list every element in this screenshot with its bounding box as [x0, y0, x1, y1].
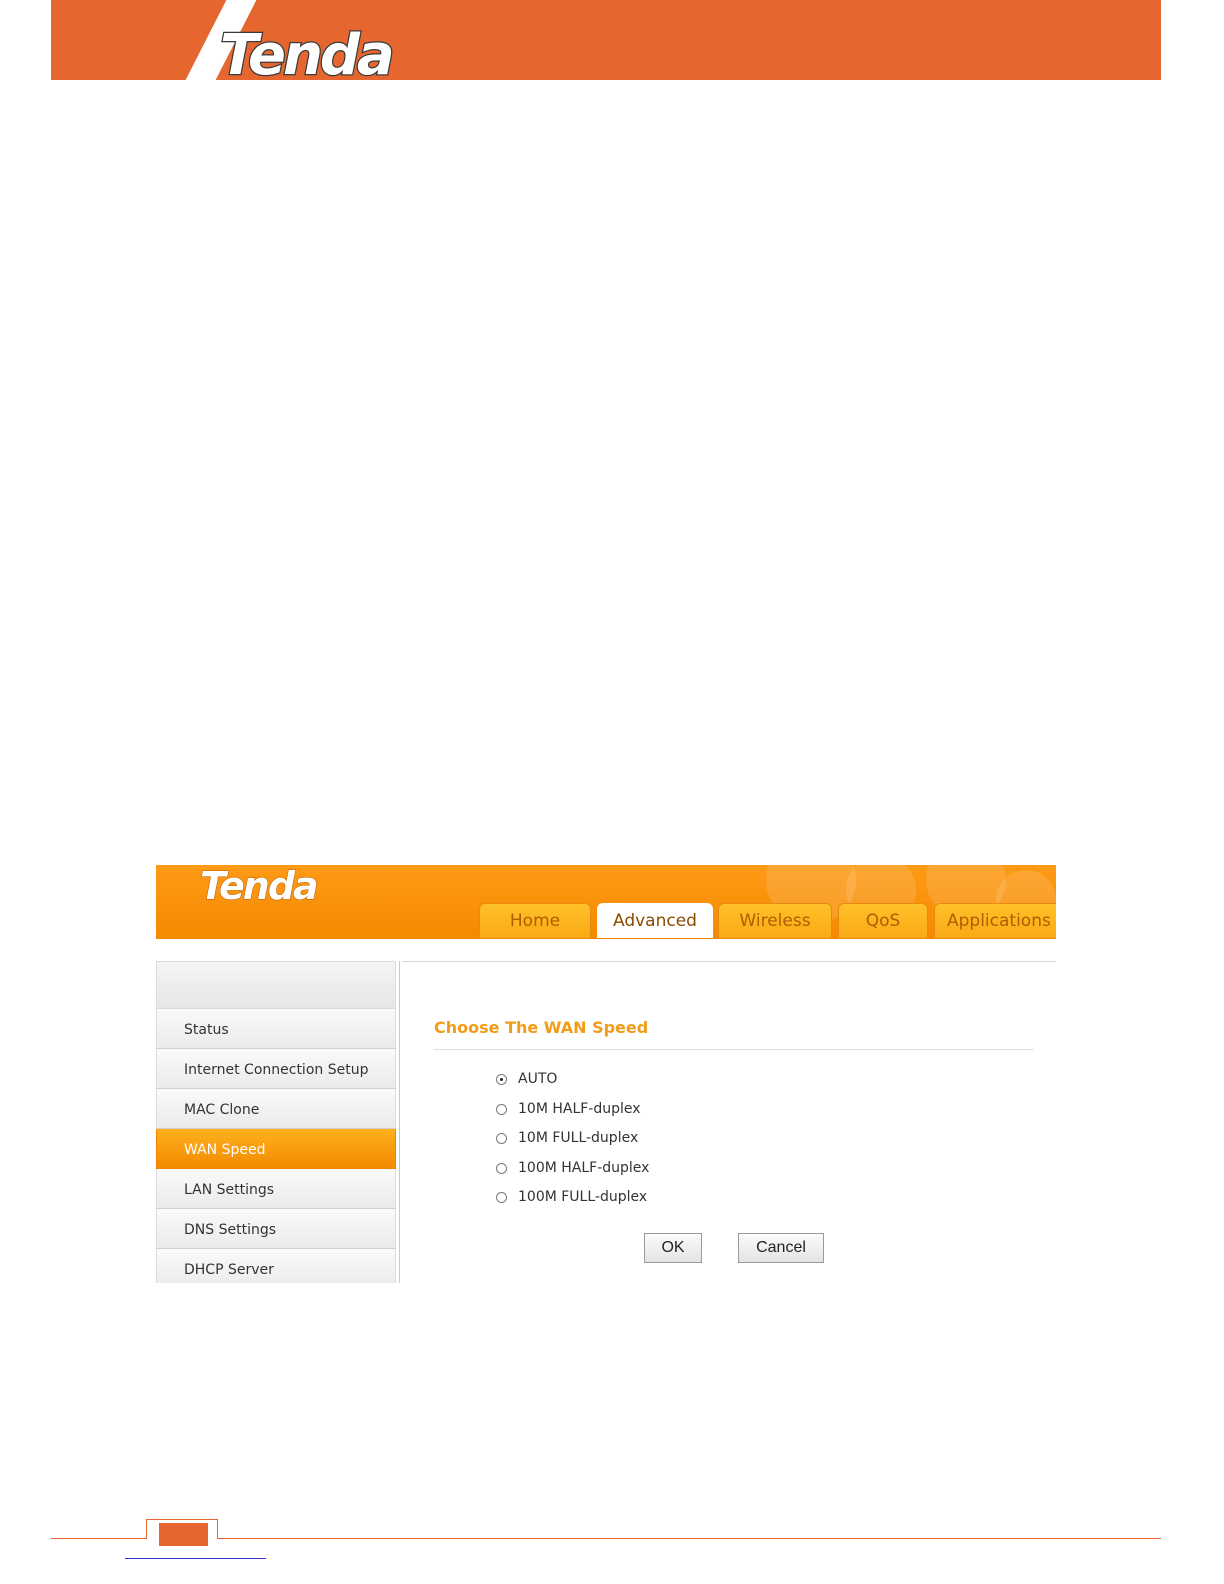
section-title: Choose The WAN Speed — [434, 1018, 649, 1037]
radio-label: 10M HALF-duplex — [518, 1101, 641, 1117]
router-header: Tenda Home Advanced Wireless QoS Applica… — [156, 865, 1056, 938]
sidebar-item-status[interactable]: Status — [156, 1009, 396, 1049]
radio-label: AUTO — [518, 1071, 558, 1087]
sidebar-item-dhcp-server[interactable]: DHCP Server — [156, 1249, 396, 1283]
radio-button[interactable] — [496, 1104, 507, 1115]
sidebar-item-mac-clone[interactable]: MAC Clone — [156, 1089, 396, 1129]
radio-label: 100M HALF-duplex — [518, 1160, 650, 1176]
sidebar-divider — [399, 961, 400, 1283]
footer-link-underline — [125, 1558, 266, 1559]
tab-advanced[interactable]: Advanced — [597, 903, 713, 938]
tab-wireless[interactable]: Wireless — [718, 903, 832, 938]
tab-applications[interactable]: Applications — [934, 903, 1056, 938]
sidebar-header — [156, 961, 396, 1009]
radio-label: 100M FULL-duplex — [518, 1189, 648, 1205]
sidebar-menu: Status Internet Connection Setup MAC Clo… — [156, 961, 396, 1283]
radio-button[interactable] — [496, 1133, 507, 1144]
radio-label: 10M FULL-duplex — [518, 1130, 639, 1146]
sidebar-item-dns-settings[interactable]: DNS Settings — [156, 1209, 396, 1249]
router-logo-text: Tenda — [200, 865, 317, 905]
radio-button[interactable] — [496, 1074, 507, 1085]
sidebar-item-lan-settings[interactable]: LAN Settings — [156, 1169, 396, 1209]
header-bottom-rule — [156, 938, 1056, 939]
tenda-logo: Tenda — [220, 22, 396, 78]
content-top-rule — [402, 961, 1056, 962]
cancel-button[interactable]: Cancel — [738, 1233, 824, 1263]
tab-home[interactable]: Home — [479, 903, 591, 938]
page-header-banner — [51, 0, 1161, 80]
section-divider — [434, 1049, 1034, 1050]
sidebar-item-wan-speed[interactable]: WAN Speed — [156, 1129, 396, 1169]
tenda-logo-text: Tenda — [220, 23, 392, 78]
router-tenda-logo: Tenda — [200, 865, 320, 905]
radio-button[interactable] — [496, 1163, 507, 1174]
sidebar-item-internet-connection-setup[interactable]: Internet Connection Setup — [156, 1049, 396, 1089]
router-ui-screenshot: Tenda Home Advanced Wireless QoS Applica… — [156, 865, 1056, 1283]
ok-button[interactable]: OK — [644, 1233, 702, 1263]
radio-button[interactable] — [496, 1192, 507, 1203]
footer-page-tab — [159, 1523, 208, 1546]
tab-qos[interactable]: QoS — [838, 903, 928, 938]
